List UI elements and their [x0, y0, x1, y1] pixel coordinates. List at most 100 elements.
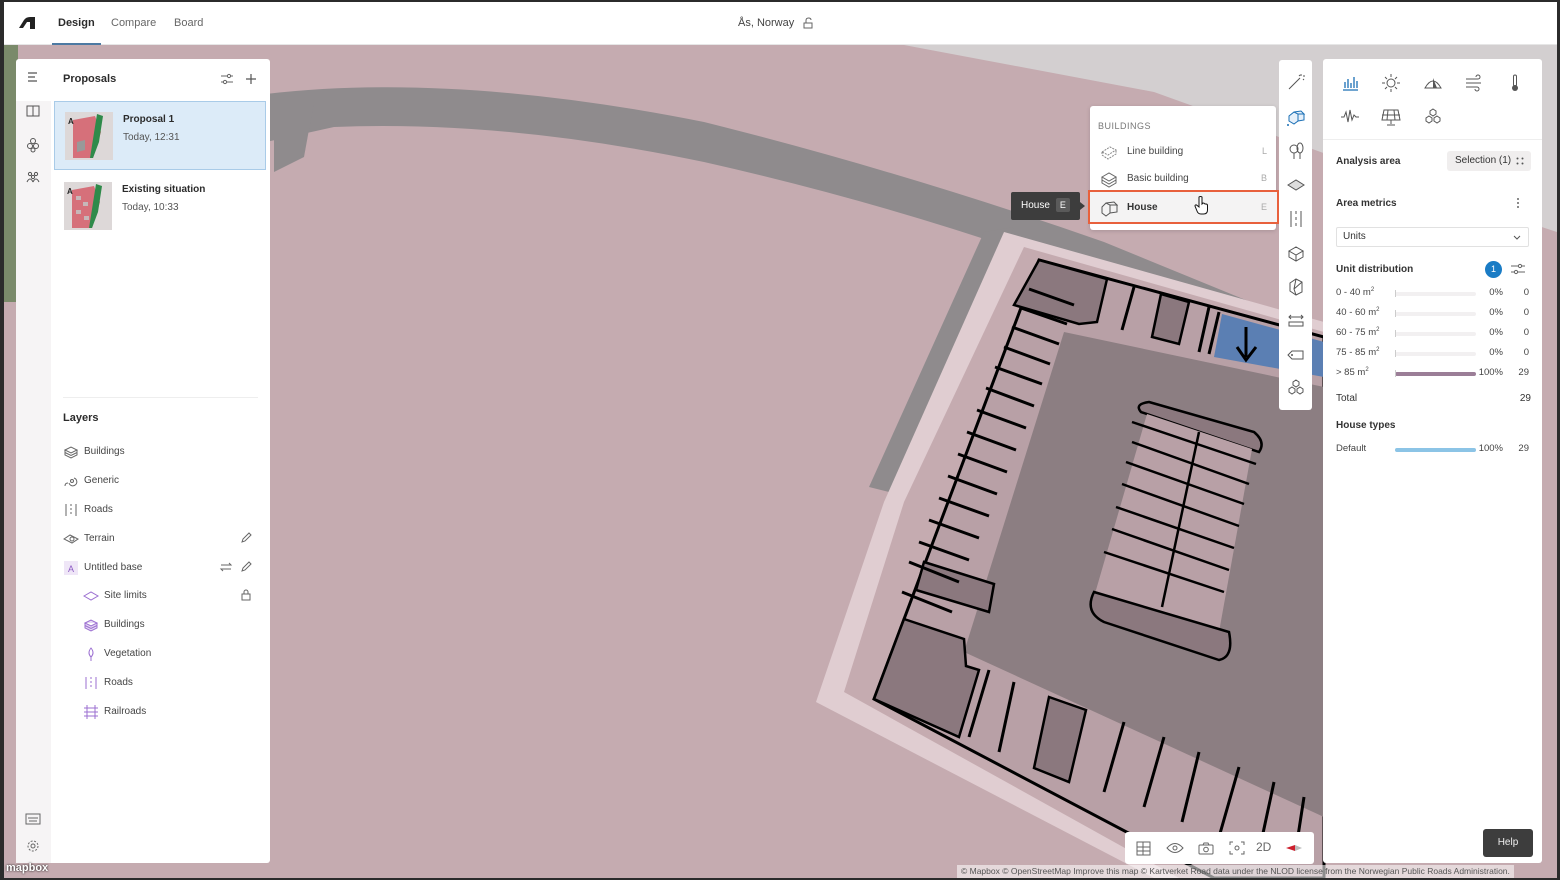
- range-label: 60 - 75 m2: [1336, 327, 1380, 339]
- tab-design[interactable]: Design: [52, 2, 101, 45]
- distribution-row: 0 - 40 m2 0% 0: [1336, 287, 1531, 301]
- thermometer-icon[interactable]: [1505, 73, 1525, 93]
- layer-untitled-base[interactable]: A Untitled base: [63, 557, 253, 579]
- distribution-row: > 85 m2 100% 29: [1336, 367, 1531, 381]
- generic-volume-icon[interactable]: [1286, 243, 1306, 263]
- distribution-row: 40 - 60 m2 0% 0: [1336, 307, 1531, 321]
- help-button[interactable]: Help: [1483, 829, 1533, 857]
- bar-chart-icon[interactable]: [1340, 73, 1360, 93]
- team-icon[interactable]: [25, 170, 41, 186]
- more-options-icon[interactable]: [1515, 197, 1521, 209]
- house-tooltip: House E: [1011, 192, 1085, 220]
- tool-rail: [1279, 60, 1312, 410]
- percent-value: 100%: [1478, 443, 1503, 454]
- swap-icon[interactable]: [219, 560, 233, 574]
- compass-icon[interactable]: [1285, 840, 1303, 856]
- distribution-bar-track: [1395, 292, 1476, 296]
- layer-label: Buildings: [84, 446, 125, 457]
- book-icon[interactable]: [25, 103, 41, 119]
- house-types-label: House types: [1336, 420, 1396, 431]
- terrain-tool-icon[interactable]: [1286, 175, 1306, 195]
- selection-button[interactable]: Selection (1): [1447, 151, 1531, 171]
- distribution-row: 60 - 75 m2 0% 0: [1336, 327, 1531, 341]
- menu-icon[interactable]: [25, 69, 41, 85]
- add-proposal-icon[interactable]: [243, 71, 259, 87]
- layers-stack-icon[interactable]: [25, 137, 41, 153]
- grid-view-icon[interactable]: [1135, 840, 1153, 856]
- layer-generic[interactable]: Generic: [63, 470, 253, 492]
- keyboard-icon[interactable]: [25, 811, 41, 827]
- menu-item-label: Basic building: [1127, 173, 1189, 184]
- visibility-eye-icon[interactable]: [1166, 840, 1184, 856]
- noise-wave-icon[interactable]: [1340, 107, 1360, 127]
- buildings-menu: BUILDINGS Line building L Basic building…: [1088, 106, 1279, 230]
- proposals-title: Proposals: [63, 73, 117, 85]
- volume-cubes-icon[interactable]: [1423, 107, 1443, 127]
- map-attribution[interactable]: © Mapbox © OpenStreetMap Improve this ma…: [957, 865, 1514, 878]
- cubes-stack-icon[interactable]: [1286, 378, 1306, 398]
- percent-value: 0%: [1489, 307, 1503, 318]
- filter-count-badge[interactable]: 1: [1485, 261, 1502, 278]
- house-type-bar-fill: [1395, 448, 1476, 452]
- edit-pencil-icon[interactable]: [239, 560, 253, 574]
- layer-roads[interactable]: Roads: [63, 499, 253, 521]
- custom-shape-icon[interactable]: [1286, 277, 1306, 297]
- 2d-toggle-button[interactable]: 2D: [1256, 840, 1271, 854]
- proposal-card-existing-situation[interactable]: A Existing situation Today, 10:33: [54, 172, 266, 241]
- menu-item-line-building[interactable]: Line building L: [1090, 138, 1276, 165]
- bar-tick: [1395, 310, 1396, 317]
- wind-icon[interactable]: [1464, 73, 1484, 93]
- filter-sliders-icon[interactable]: [219, 71, 235, 87]
- metric-select-dropdown[interactable]: Units: [1336, 227, 1529, 247]
- buildings-tool-icon[interactable]: [1286, 107, 1306, 127]
- camera-icon[interactable]: [1197, 840, 1215, 856]
- selection-label: Selection (1): [1455, 155, 1512, 166]
- tab-board[interactable]: Board: [174, 2, 203, 45]
- edit-pencil-icon[interactable]: [239, 531, 253, 545]
- distribution-bar-fill: [1395, 372, 1476, 376]
- bar-tick: [1395, 330, 1396, 337]
- distribution-bar-track: [1395, 352, 1476, 356]
- terrain-icon: [63, 534, 79, 544]
- layer-base-roads[interactable]: Roads: [63, 672, 253, 694]
- percent-value: 0%: [1489, 327, 1503, 338]
- proposal-card-proposal-1[interactable]: A Proposal 1 Today, 12:31: [54, 101, 266, 170]
- proposal-name: Existing situation: [122, 184, 206, 195]
- layer-terrain[interactable]: Terrain: [63, 528, 253, 550]
- layers-title: Layers: [63, 412, 99, 424]
- magic-wand-icon[interactable]: [1286, 72, 1306, 92]
- menu-item-house[interactable]: House E: [1088, 190, 1279, 224]
- measure-icon[interactable]: [1286, 311, 1306, 331]
- layer-label: Roads: [84, 504, 113, 515]
- layer-site-limits[interactable]: Site limits: [63, 585, 253, 607]
- layer-railroads[interactable]: Railroads: [63, 701, 253, 723]
- settings-gear-icon[interactable]: [25, 838, 41, 854]
- sun-icon[interactable]: [1381, 73, 1401, 93]
- proposal-thumbnail: A: [64, 182, 112, 230]
- count-value: 0: [1523, 307, 1529, 318]
- range-label: 0 - 40 m2: [1336, 287, 1375, 299]
- tab-compare[interactable]: Compare: [111, 2, 156, 45]
- tag-label-icon[interactable]: [1286, 345, 1306, 365]
- daylight-dome-icon[interactable]: [1423, 73, 1443, 93]
- lock-icon[interactable]: [239, 588, 253, 602]
- layer-base-buildings[interactable]: Buildings: [63, 614, 253, 636]
- menu-item-basic-building[interactable]: Basic building B: [1090, 165, 1276, 192]
- app-logo-icon[interactable]: [18, 16, 36, 30]
- percent-value: 0%: [1489, 287, 1503, 298]
- percent-value: 100%: [1478, 367, 1503, 378]
- layer-buildings[interactable]: Buildings: [63, 441, 253, 463]
- layer-label: Railroads: [104, 706, 147, 717]
- vegetation-icon: [88, 647, 94, 661]
- unlock-icon[interactable]: [803, 17, 814, 29]
- menu-item-shortcut: B: [1260, 173, 1267, 183]
- roads-tool-icon[interactable]: [1286, 209, 1306, 229]
- filter-sliders-icon[interactable]: [1510, 262, 1526, 276]
- chevron-down-icon: [1513, 235, 1521, 240]
- layer-vegetation[interactable]: Vegetation: [63, 643, 253, 665]
- mapbox-logo[interactable]: mapbox: [6, 862, 48, 874]
- vegetation-tool-icon[interactable]: [1286, 141, 1306, 161]
- focus-frame-icon[interactable]: [1228, 840, 1246, 856]
- layer-label: Buildings: [104, 619, 145, 630]
- solar-panel-icon[interactable]: [1381, 107, 1401, 127]
